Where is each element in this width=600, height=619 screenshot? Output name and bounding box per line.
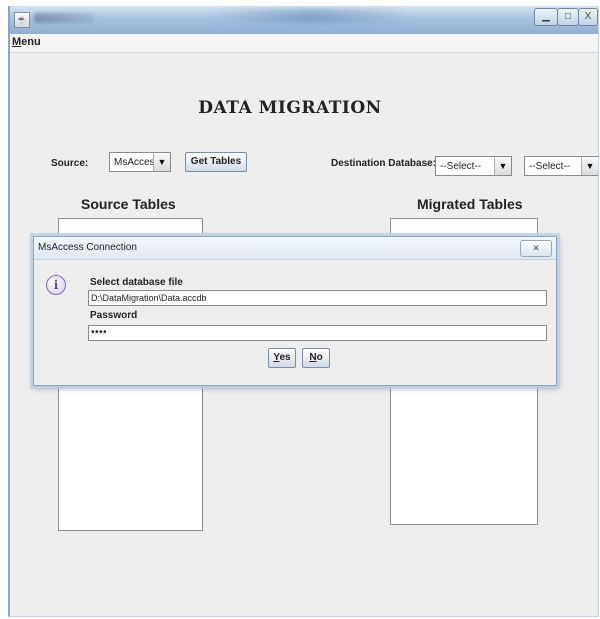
window-title-blurred bbox=[34, 13, 94, 23]
minimize-icon: ▁ bbox=[542, 11, 550, 22]
chevron-down-icon[interactable]: ▼ bbox=[581, 157, 598, 175]
maximize-icon: □ bbox=[564, 11, 572, 22]
destination-database-combobox[interactable]: --Select-- ▼ bbox=[435, 156, 512, 176]
source-label: Source: bbox=[51, 158, 89, 169]
destination-target-combobox-value: --Select-- bbox=[529, 161, 571, 172]
dialog-titlebar[interactable]: MsAccess Connection ✕ bbox=[34, 237, 556, 260]
no-label-rest: o bbox=[316, 352, 323, 363]
no-mnemonic: N bbox=[309, 352, 317, 363]
chevron-down-icon[interactable]: ▼ bbox=[494, 157, 511, 175]
close-icon: ✕ bbox=[532, 243, 540, 253]
source-combobox[interactable]: MsAccess ▼ bbox=[109, 152, 171, 172]
maximize-button[interactable]: □ bbox=[557, 8, 579, 26]
select-database-file-label: Select database file bbox=[90, 277, 183, 288]
close-icon: X bbox=[584, 11, 592, 22]
info-icon: i bbox=[46, 275, 66, 295]
destination-database-combobox-value: --Select-- bbox=[440, 161, 482, 172]
java-app-icon: ☕ bbox=[14, 12, 30, 28]
no-button[interactable]: No bbox=[302, 348, 330, 368]
titlebar-glare bbox=[210, 9, 410, 23]
destination-target-combobox[interactable]: --Select-- ▼ bbox=[524, 156, 598, 176]
minimize-button[interactable]: ▁ bbox=[534, 8, 558, 26]
menu-label-rest: enu bbox=[21, 36, 41, 48]
destination-database-label: Destination Database: bbox=[331, 158, 437, 169]
database-file-input[interactable]: D:\DataMigration\Data.accdb bbox=[88, 290, 547, 306]
dialog-title: MsAccess Connection bbox=[38, 242, 137, 253]
close-window-button[interactable]: X bbox=[578, 8, 598, 26]
dialog-close-button[interactable]: ✕ bbox=[520, 240, 552, 257]
page-title: DATA MIGRATION bbox=[198, 98, 382, 118]
migrated-tables-title: Migrated Tables bbox=[417, 196, 523, 212]
source-tables-title: Source Tables bbox=[81, 196, 176, 212]
yes-label-rest: es bbox=[279, 352, 291, 363]
msaccess-connection-dialog: MsAccess Connection ✕ i Select database … bbox=[33, 236, 557, 386]
get-tables-button[interactable]: Get Tables bbox=[185, 152, 247, 172]
menu-mnemonic: M bbox=[12, 36, 22, 48]
yes-button[interactable]: Yes bbox=[268, 348, 296, 368]
window-titlebar[interactable]: ☕ ▁ □ X bbox=[10, 6, 598, 34]
password-label: Password bbox=[90, 310, 138, 321]
chevron-down-icon[interactable]: ▼ bbox=[153, 153, 170, 171]
password-input[interactable]: •••• bbox=[88, 325, 547, 341]
menu-bar: Menu bbox=[10, 34, 598, 53]
menu-menu[interactable]: Menu bbox=[12, 36, 41, 48]
